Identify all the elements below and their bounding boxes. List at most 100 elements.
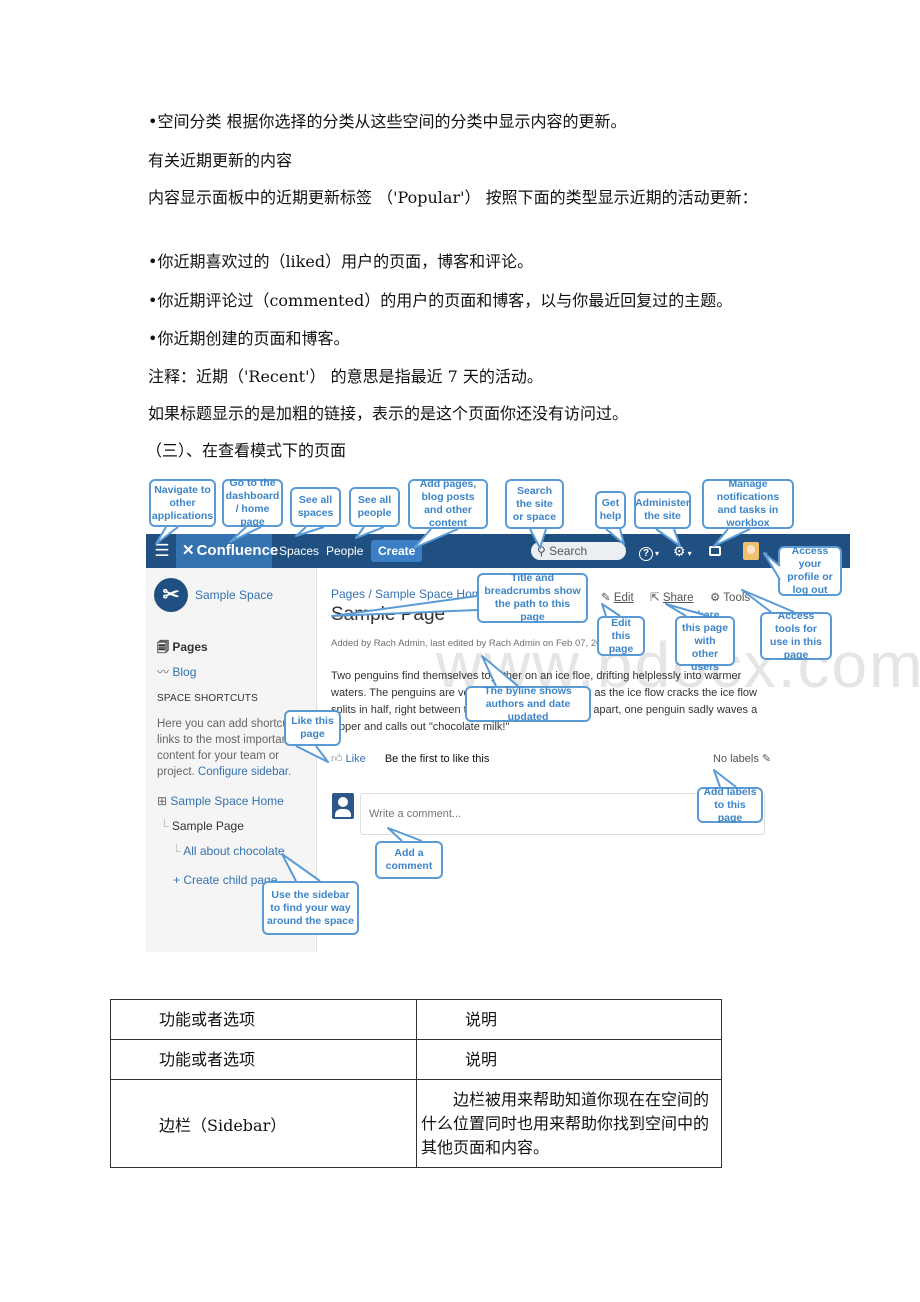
callout-labels: Add labels to this page [697, 786, 763, 824]
tree-item-label: Sample Page [171, 819, 244, 833]
space-shortcuts-heading: SPACE SHORTCUTS [157, 693, 258, 704]
edit-button[interactable]: ✎ Edit [601, 590, 634, 604]
callout-search: Search the site or space [505, 479, 564, 529]
callout-edit: Edit this page [597, 616, 645, 656]
confluence-logo-icon: ✕ [182, 542, 195, 559]
heading-recent-updates: 有关近期更新的内容 [148, 151, 293, 170]
callout-profile: Access your profile or log out [778, 545, 842, 596]
nav-spaces-link[interactable]: Spaces [279, 534, 319, 568]
gear-icon: ⚙ [710, 592, 724, 604]
tools-label: Tools [723, 592, 751, 604]
user-avatar[interactable] [743, 542, 759, 560]
space-logo-icon[interactable]: ✂ [154, 578, 188, 612]
page-tree-icon: ⊞ [157, 794, 171, 808]
table-cell: 功能或者选项 [110, 1039, 417, 1080]
tree-item-label: Sample Space Home [170, 794, 284, 808]
tree-item-sample-page[interactable]: └ Sample Page [160, 819, 244, 833]
page-title: Sample Page [331, 604, 446, 625]
share-label: Share [662, 592, 694, 604]
help-menu[interactable]: ? ▾ [639, 540, 659, 565]
confluence-screenshot: ☰ ✕ Confluence Spaces People Create ⚲ Sea… [146, 476, 920, 952]
edit-label: Edit [613, 592, 634, 604]
pencil-icon: ✎ [761, 753, 772, 765]
labels-text: No labels [713, 753, 759, 765]
table-cell: 说明 [416, 999, 722, 1040]
inbox-icon [709, 546, 721, 556]
nav-people-link[interactable]: People [326, 534, 363, 568]
search-input[interactable]: ⚲ Search [531, 542, 626, 560]
search-placeholder: Search [549, 544, 588, 558]
callout-dashboard: Go to the dashboard / home page [222, 477, 283, 528]
callout-sidebar: Use the sidebar to find your way around … [262, 881, 359, 935]
callout-people: See all people [349, 487, 400, 527]
top-navigation-bar: ☰ ✕ Confluence Spaces People Create ⚲ Sea… [146, 534, 850, 568]
pages-icon: 🗐 [157, 640, 173, 654]
callout-workbox: Manage notifications and tasks in workbo… [702, 478, 794, 529]
callout-byline: The byline shows authors and date update… [465, 685, 591, 723]
tools-menu[interactable]: ⚙ Tools ▾ [710, 590, 757, 604]
thumbs-up-icon: 👍︎ [331, 753, 346, 765]
sidebar-item-label: Pages [172, 640, 208, 654]
breadcrumb[interactable]: Pages / Sample Space Home [331, 587, 488, 601]
tree-connector: └ [172, 844, 184, 858]
gear-icon: ⚙ [673, 543, 686, 559]
app-switcher-menu-icon[interactable]: ☰ [152, 542, 172, 560]
settings-menu[interactable]: ⚙ ▾ [673, 540, 692, 565]
tree-item-all-about-chocolate[interactable]: └ All about chocolate [172, 844, 285, 858]
table-cell: 边栏（Sidebar） [110, 1079, 417, 1168]
callout-admin: Administer the site [634, 491, 691, 529]
table-row: 功能或者选项 说明 [110, 999, 722, 1040]
like-button[interactable]: 👍︎ Like [331, 753, 366, 765]
rss-icon: 〰 [157, 665, 173, 679]
callout-comment: Add a comment [375, 841, 443, 879]
chevron-down-icon: ▾ [753, 594, 758, 603]
callout-navigate: Navigate to other applications [149, 479, 216, 527]
callout-help: Get help [595, 491, 626, 529]
profile-dropdown[interactable]: ▾ [761, 541, 767, 566]
table-cell-text: 边栏被用来帮助知道你现在在空间的什么位置同时也用来帮助你找到空间中的其他页面和内… [421, 1089, 710, 1157]
sidebar-item-pages[interactable]: 🗐 Pages [157, 638, 208, 659]
table-row: 边栏（Sidebar） 边栏被用来帮助知道你现在在空间的什么位置同时也用来帮助你… [110, 1079, 722, 1168]
chevron-down-icon: ▾ [763, 550, 768, 559]
table-cell: 功能或者选项 [110, 999, 417, 1040]
bullet-liked: •你近期喜欢过的（liked）用户的页面，博客和评论。 [148, 252, 534, 271]
note-bold-links: 如果标题显示的是加粗的链接，表示的是这个页面你还没有访问过。 [148, 404, 629, 423]
chevron-down-icon: ▾ [687, 549, 692, 558]
table-row: 功能或者选项 说明 [110, 1039, 722, 1080]
bullet-space-category: •空间分类 根据你选择的分类从这些空间的分类中显示内容的更新。 [148, 112, 627, 131]
chevron-down-icon: ▾ [655, 549, 660, 558]
feature-table: 功能或者选项 说明 功能或者选项 说明 边栏（Sidebar） 边栏被用来帮助知… [110, 999, 722, 1168]
sidebar-item-blog[interactable]: 〰 Blog [157, 663, 196, 680]
table-cell: 边栏被用来帮助知道你现在在空间的什么位置同时也用来帮助你找到空间中的其他页面和内… [416, 1079, 722, 1168]
confluence-logo-text: Confluence [196, 542, 279, 559]
help-icon: ? [639, 547, 653, 561]
pencil-icon: ✎ [601, 592, 614, 604]
tree-item-label: All about chocolate [183, 844, 285, 858]
bullet-created: •你近期创建的页面和博客。 [148, 329, 350, 348]
sidebar-item-label: Blog [172, 665, 197, 679]
table-cell-text: 说明 [465, 1050, 498, 1069]
like-status: Be the first to like this [384, 753, 490, 765]
create-button[interactable]: Create [371, 540, 423, 562]
paragraph-popular-tab: 内容显示面板中的近期更新标签 （'Popular'） 按照下面的类型显示近期的活… [148, 188, 758, 207]
commenter-avatar [332, 793, 354, 819]
labels-area[interactable]: No labels ✎ [713, 752, 771, 765]
configure-sidebar-link[interactable]: Configure sidebar. [198, 766, 291, 778]
confluence-logo[interactable]: ✕ Confluence [176, 534, 278, 568]
share-icon: ⇱ [650, 592, 663, 604]
table-cell-text: 说明 [465, 1010, 498, 1029]
like-row: 👍︎ Like Be the first to like this [331, 752, 489, 765]
callout-like: Like this page [284, 710, 341, 746]
table-cell: 说明 [416, 1039, 722, 1080]
callout-share: Share this page with other users [675, 609, 735, 673]
tree-item-sample-space-home[interactable]: ⊞ Sample Space Home [157, 794, 284, 808]
share-button[interactable]: ⇱ Share [650, 590, 694, 604]
note-recent: 注释：近期（'Recent'） 的意思是指最近 7 天的活动。 [148, 367, 543, 386]
callout-breadcrumbs: Title and breadcrumbs show the path to t… [477, 572, 588, 623]
page-byline: Added by Rach Admin, last edited by Rach… [331, 638, 612, 649]
callout-create: Add pages, blog posts and other content [408, 478, 488, 529]
space-name-link[interactable]: Sample Space [195, 588, 273, 602]
search-icon: ⚲ [537, 544, 550, 558]
workbox-button[interactable] [709, 540, 721, 562]
callout-tools: Access tools for use in this page [760, 610, 832, 661]
